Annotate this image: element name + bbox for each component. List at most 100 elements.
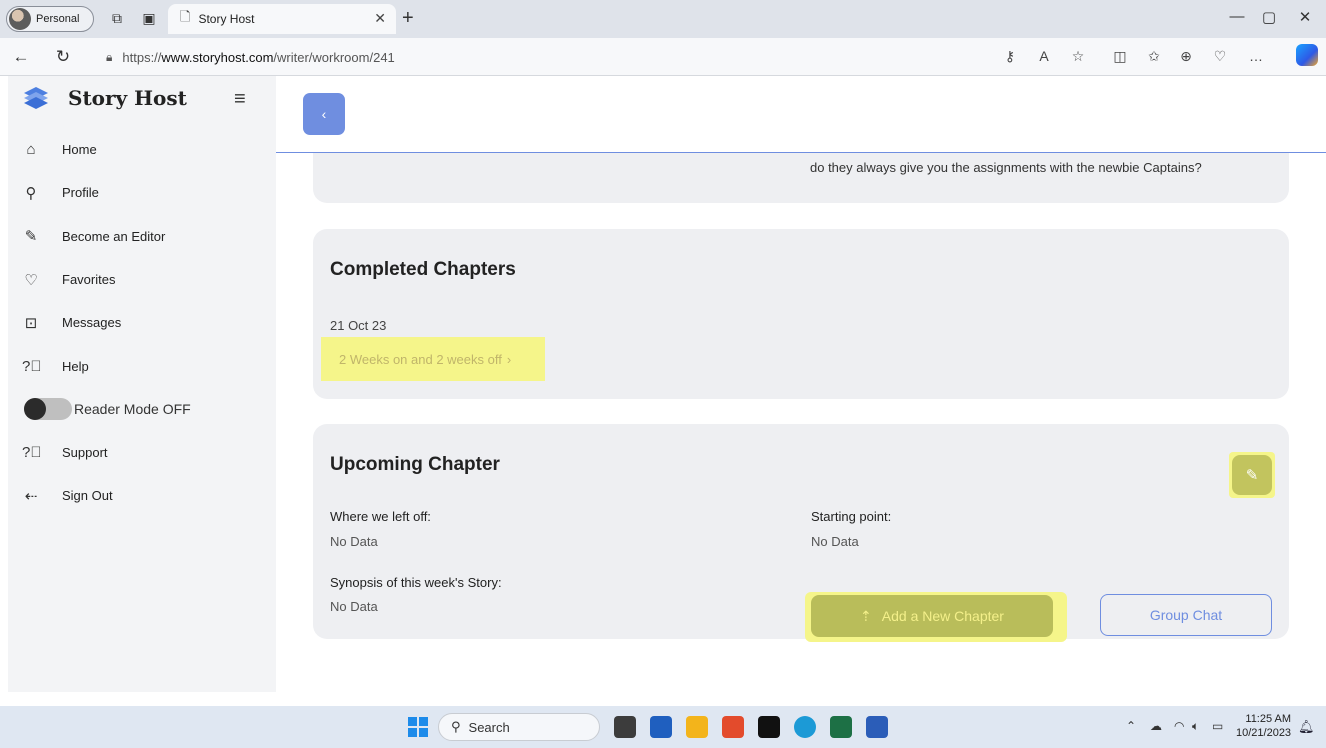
add-chapter-highlight: ⇡ Add a New Chapter [805,592,1067,642]
office-icon[interactable] [722,716,744,738]
browser-address-bar: ← ↻ 🔒︎ https://www.storyhost.com/writer/… [0,38,1326,76]
synopsis-label: Synopsis of this week's Story: [330,575,502,590]
group-chat-label: Group Chat [1149,607,1223,623]
hamburger-menu-icon[interactable]: ≡ [234,88,246,111]
profile-avatar [9,8,31,30]
upcoming-chapter-title: Upcoming Chapter [330,454,500,475]
browser-essentials-icon[interactable]: ♡ [1210,48,1230,65]
sidebar-item-label: Profile [62,185,99,201]
new-tab-icon[interactable]: + [402,6,414,30]
sidebar-item-home[interactable]: ⌂ Home [22,128,191,171]
top-bar: ‹ [276,76,1326,153]
edit-highlight: ✎ [1229,452,1275,498]
key-icon[interactable]: ⚷ [1000,48,1020,65]
taskbar-clock[interactable]: 11:25 AM 10/21/2023 [1236,712,1291,740]
notification-bell-icon[interactable]: 🔔︎ [1298,719,1315,735]
sidebar-item-profile[interactable]: ⚲ Profile [22,171,191,214]
completed-chapters-title: Completed Chapters [330,259,516,280]
minimize-icon[interactable]: — [1222,8,1252,25]
word-icon[interactable] [866,716,888,738]
file-explorer-icon[interactable] [686,716,708,738]
chapter-link-label: 2 Weeks on and 2 weeks off [339,351,502,367]
restore-icon[interactable]: ▢ [1254,8,1284,26]
tab-actions-icon[interactable]: ▣ [140,9,158,27]
synopsis-value: No Data [330,599,378,614]
inbox-icon: ⊡ [24,314,38,332]
user-icon: ⚲ [25,184,37,202]
split-screen-icon[interactable]: ◫ [1110,48,1130,65]
story-intro-text: do they always give you the assignments … [810,160,1202,175]
copilot-icon[interactable] [1296,44,1318,66]
clock-time: 11:25 AM [1245,713,1292,725]
page-icon: 🗋 [180,9,191,24]
sidebar-item-messages[interactable]: ⊡ Messages [22,301,191,344]
show-hidden-icons-icon[interactable]: ⌃ [1126,719,1136,733]
taskbar-search[interactable]: ⚲ Search [438,713,600,741]
chevron-left-icon: ‹ [321,106,327,122]
url-text: https://www.storyhost.com/writer/workroo… [122,49,395,65]
favorites-list-icon[interactable]: ✩ [1144,48,1164,65]
clock-date: 10/21/2023 [1236,727,1292,739]
page-viewport: Story Host ≡ ⌂ Home ⚲ Profile ✎ Become a… [8,76,1326,692]
sidebar-menu: ⌂ Home ⚲ Profile ✎ Become an Editor ♡ Fa… [22,128,191,517]
windows-taskbar: ⚲ Search ⌃ ☁ ◠ 🔈︎ ▭ 11:25 AM 10/21/2023 … [0,706,1326,748]
sidebar-item-sign-out[interactable]: ⇠ Sign Out [22,474,191,517]
volume-icon[interactable]: 🔈︎ [1192,719,1199,734]
completed-chapters-card: Completed Chapters 21 Oct 23 2 Weeks on … [313,229,1289,399]
read-aloud-icon[interactable]: A [1034,48,1054,64]
question-icon: ?⃝ [22,357,42,375]
profile-label: Personal [36,13,80,25]
starting-point-value: No Data [811,534,859,549]
store-icon[interactable] [650,716,672,738]
reader-mode-toggle[interactable] [24,398,72,421]
edge-icon[interactable] [794,716,816,738]
brand[interactable]: Story Host [22,86,187,110]
sidebar-item-label: Become an Editor [62,228,166,244]
brand-name: Story Host [68,86,187,110]
close-tab-icon[interactable]: ✕ [374,10,386,27]
group-chat-button[interactable]: Group Chat [1100,594,1272,636]
windows-start-icon[interactable] [408,717,428,737]
refresh-icon[interactable]: ↻ [52,47,74,67]
more-menu-icon[interactable]: … [1246,48,1266,64]
search-icon: ⚲ [451,719,461,734]
excel-icon[interactable] [830,716,852,738]
netflix-icon[interactable] [758,716,780,738]
back-button[interactable]: ‹ [303,93,345,135]
chevron-right-icon: › [506,351,512,367]
sidebar-item-favorites[interactable]: ♡ Favorites [22,258,191,301]
reader-mode-row: Reader Mode OFF [24,388,191,431]
sidebar-item-become-editor[interactable]: ✎ Become an Editor [22,215,191,258]
toggle-knob [24,398,46,421]
tab-story-host[interactable]: 🗋 Story Host ✕ [168,4,396,34]
sidebar-item-label: Sign Out [62,488,113,504]
sidebar-item-label: Messages [62,315,122,331]
add-new-chapter-button[interactable]: ⇡ Add a New Chapter [811,595,1053,637]
where-left-off-value: No Data [330,534,378,549]
close-window-icon[interactable]: ✕ [1290,8,1320,26]
url-field[interactable]: 🔒︎ https://www.storyhost.com/writer/work… [96,44,1096,70]
cloud-upload-icon: ⇡ [860,607,872,624]
heart-icon: ♡ [24,271,38,289]
reader-mode-label: Reader Mode OFF [74,401,191,418]
onedrive-icon[interactable]: ☁ [1150,719,1162,733]
sidebar-item-support[interactable]: ?⃝ Support [22,431,191,474]
completed-chapter-link[interactable]: 2 Weeks on and 2 weeks off › [321,337,545,381]
profile-button[interactable]: Personal [6,6,94,32]
battery-icon[interactable]: ▭ [1212,719,1223,733]
favorite-star-icon[interactable]: ☆ [1068,48,1088,65]
edit-button[interactable]: ✎ [1232,455,1272,495]
sidebar-item-label: Support [62,444,108,460]
task-view-icon[interactable] [614,716,636,738]
back-arrow-icon[interactable]: ← [10,47,32,67]
main-content: ‹ do they always give you the assignment… [276,76,1326,692]
question-icon: ?⃝ [22,443,42,461]
pencil-icon: ✎ [1245,467,1259,484]
sign-out-icon: ⇠ [24,487,38,505]
collections-icon[interactable]: ⊕ [1176,48,1196,65]
workspaces-icon[interactable]: ⧉ [108,9,126,27]
wifi-icon[interactable]: ◠ [1174,719,1184,733]
chapter-date: 21 Oct 23 [330,318,387,333]
browser-tab-bar: Personal ⧉ ▣ 🗋 Story Host ✕ + — ▢ ✕ [0,0,1326,38]
sidebar-item-help[interactable]: ?⃝ Help [22,344,191,387]
